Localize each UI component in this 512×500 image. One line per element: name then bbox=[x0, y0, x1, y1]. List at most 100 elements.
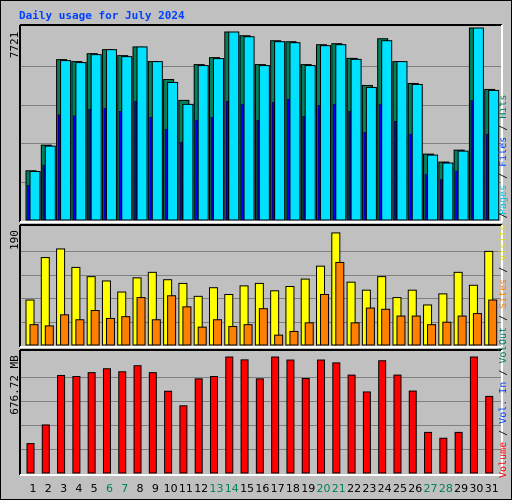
volume-panel: 676.72 MB bbox=[8, 349, 503, 476]
bar-files-day-7 bbox=[121, 56, 133, 221]
bar-pages-day-20 bbox=[317, 105, 321, 221]
bar-volume-day-6 bbox=[102, 368, 111, 474]
x-tick-label-day-14: 14 bbox=[225, 482, 239, 495]
x-tick-label-day-12: 12 bbox=[194, 482, 208, 495]
bar-sites-day-9 bbox=[151, 319, 161, 346]
legend-entry: / bbox=[498, 261, 509, 279]
bar-volume-day-2 bbox=[41, 424, 50, 474]
bar-sites-day-1 bbox=[29, 324, 39, 346]
bar-pages-day-19 bbox=[302, 116, 305, 221]
bar-pages-day-23 bbox=[363, 131, 367, 221]
bar-pages-day-27 bbox=[424, 174, 428, 221]
bar-volume-day-23 bbox=[362, 391, 371, 474]
bar-files-day-29 bbox=[457, 150, 469, 221]
bar-files-day-30 bbox=[472, 27, 484, 221]
bar-pages-day-14 bbox=[226, 101, 229, 221]
bar-files-day-8 bbox=[136, 46, 148, 221]
bar-sites-day-24 bbox=[381, 308, 391, 346]
legend-entry: / bbox=[498, 119, 509, 137]
bar-volume-day-10 bbox=[164, 390, 173, 474]
legend-entry: / bbox=[498, 309, 509, 327]
bar-sites-day-15 bbox=[243, 324, 253, 346]
bar-sites-day-18 bbox=[289, 330, 299, 346]
x-tick-label-day-26: 26 bbox=[408, 482, 422, 495]
bar-pages-day-9 bbox=[149, 117, 153, 221]
bar-sites-day-11 bbox=[182, 306, 192, 346]
bar-pages-day-4 bbox=[73, 115, 76, 221]
bar-files-day-13 bbox=[212, 58, 224, 221]
x-tick-label-day-10: 10 bbox=[164, 482, 178, 495]
bar-pages-day-28 bbox=[440, 179, 443, 221]
y-axis-max-label: 676.72 MB bbox=[8, 355, 21, 415]
bar-sites-day-25 bbox=[396, 315, 406, 346]
bar-sites-day-21 bbox=[335, 261, 345, 346]
legend-middle: Out / Sites / Visits / bbox=[498, 213, 509, 345]
bar-volume-day-28 bbox=[439, 437, 448, 474]
legend-entry: Volume bbox=[498, 442, 509, 478]
bar-sites-day-4 bbox=[75, 319, 85, 346]
x-tick-label-day-15: 15 bbox=[240, 482, 254, 495]
bar-pages-day-18 bbox=[287, 99, 290, 221]
bar-volume-day-11 bbox=[179, 405, 188, 474]
legend-entry: Vol. bbox=[498, 340, 509, 364]
x-tick-label-day-7: 7 bbox=[121, 482, 128, 495]
bar-sites-day-17 bbox=[274, 334, 284, 346]
bar-pages-day-16 bbox=[256, 120, 260, 221]
bar-volume-day-5 bbox=[87, 372, 96, 474]
bar-volume-day-30 bbox=[469, 356, 478, 474]
bar-files-day-17 bbox=[274, 41, 286, 221]
bar-files-day-26 bbox=[411, 83, 423, 221]
x-tick-label-day-8: 8 bbox=[137, 482, 144, 495]
bar-volume-day-22 bbox=[347, 374, 356, 474]
y-axis-max-label: 190 bbox=[8, 230, 21, 250]
daily-usage-chart: Daily usage for July 2024 7721 190 676.72 … bbox=[8, 9, 509, 495]
legend-entry: Hits bbox=[498, 95, 509, 119]
bar-pages-day-7 bbox=[118, 111, 122, 221]
legend-entry: / bbox=[498, 424, 509, 442]
bar-pages-day-25 bbox=[394, 121, 397, 221]
x-tick-label-day-25: 25 bbox=[393, 482, 407, 495]
bar-pages-day-26 bbox=[409, 133, 413, 221]
bar-pages-day-11 bbox=[180, 141, 183, 221]
bar-pages-day-31 bbox=[485, 133, 489, 221]
bar-sites-day-26 bbox=[411, 315, 421, 346]
x-tick-label-day-3: 3 bbox=[60, 482, 67, 495]
bar-files-day-3 bbox=[60, 60, 72, 221]
bar-files-day-23 bbox=[365, 86, 377, 221]
bar-files-day-15 bbox=[243, 36, 255, 221]
bar-pages-day-22 bbox=[348, 111, 351, 221]
bar-volume-day-3 bbox=[57, 374, 66, 474]
bar-files-day-25 bbox=[396, 61, 408, 221]
x-tick-label-day-11: 11 bbox=[179, 482, 193, 495]
x-tick-label-day-5: 5 bbox=[91, 482, 98, 495]
bar-sites-day-23 bbox=[365, 307, 375, 346]
bar-volume-day-17 bbox=[271, 356, 280, 474]
legend-entry: / bbox=[498, 213, 509, 225]
bar-sites-day-6 bbox=[105, 318, 115, 346]
legend-entry: Sites bbox=[498, 279, 509, 309]
bar-pages-day-12 bbox=[195, 120, 198, 221]
bar-sites-day-19 bbox=[304, 322, 314, 346]
bar-files-day-19 bbox=[304, 65, 316, 221]
bar-volume-day-24 bbox=[378, 360, 387, 474]
bar-files-day-16 bbox=[258, 65, 270, 221]
bar-files-day-14 bbox=[228, 31, 240, 221]
legend-entry: Visits bbox=[498, 225, 509, 261]
bar-pages-day-2 bbox=[42, 164, 46, 221]
bar-pages-day-10 bbox=[164, 128, 168, 221]
bar-pages-day-13 bbox=[210, 117, 214, 221]
bar-volume-day-7 bbox=[118, 371, 127, 474]
bar-files-day-6 bbox=[105, 49, 117, 221]
bar-pages-day-8 bbox=[134, 101, 137, 221]
bar-volume-day-19 bbox=[301, 377, 310, 474]
legend-top: Pages / Files / Hits bbox=[498, 95, 509, 215]
bar-sites-day-22 bbox=[350, 322, 360, 346]
bar-sites-day-16 bbox=[258, 308, 268, 346]
bar-volume-day-8 bbox=[133, 365, 142, 474]
bar-volume-day-29 bbox=[454, 431, 463, 474]
x-tick-label-day-30: 30 bbox=[469, 482, 483, 495]
x-tick-label-day-4: 4 bbox=[75, 482, 82, 495]
bar-pages-day-5 bbox=[88, 109, 91, 221]
bar-files-day-9 bbox=[151, 61, 163, 221]
x-tick-label-day-22: 22 bbox=[347, 482, 361, 495]
